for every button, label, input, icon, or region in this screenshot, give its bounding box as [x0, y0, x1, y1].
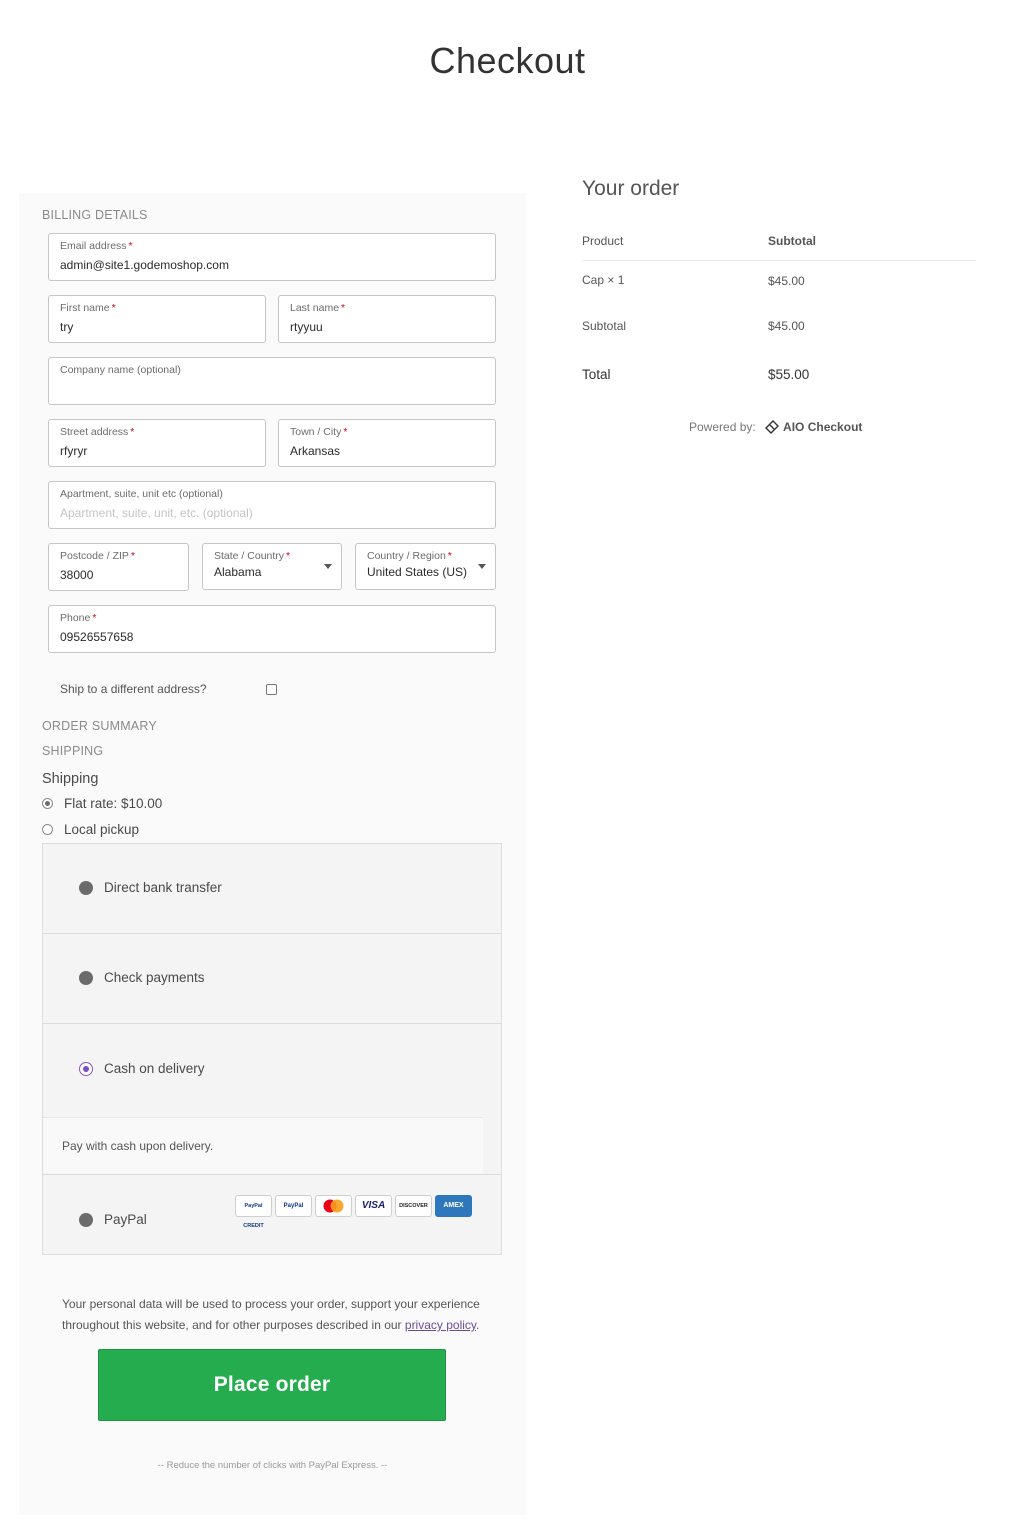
required-marker: * [92, 612, 97, 624]
postcode-value: 38000 [60, 568, 94, 582]
shipping-option-label: Local pickup [64, 822, 140, 837]
street-value: rfyryr [60, 444, 88, 458]
first-name-field[interactable]: First name * try [48, 295, 266, 343]
payment-method-bank-transfer[interactable]: Direct bank transfer [43, 844, 501, 934]
paypal-express-note: -- Reduce the number of clicks with PayP… [157, 1460, 388, 1471]
paypal-icon: PayPal [275, 1195, 312, 1217]
phone-field[interactable]: Phone * 09526557658 [48, 605, 496, 653]
payment-method-label: Direct bank transfer [104, 880, 222, 895]
page-title: Checkout [429, 40, 586, 81]
state-label: State / Country [214, 550, 285, 562]
required-marker: * [343, 426, 348, 438]
radio-selected-icon[interactable] [79, 1062, 93, 1076]
shipping-option-label: Flat rate: $10.00 [64, 796, 163, 811]
radio-icon[interactable] [79, 881, 93, 895]
order-summary-heading: ORDER SUMMARY [42, 719, 157, 733]
chevron-down-icon [324, 564, 332, 569]
total-label: Total [582, 367, 611, 382]
payment-method-label: Cash on delivery [104, 1061, 205, 1076]
country-label: Country / Region [367, 550, 446, 562]
discover-icon: DISCOVER [395, 1195, 432, 1217]
payment-method-description: Pay with cash upon delivery. [43, 1117, 483, 1173]
postcode-label: Postcode / ZIP [60, 550, 129, 562]
country-select[interactable]: Country / Region * United States (US) [355, 543, 496, 590]
place-order-button[interactable]: Place order [98, 1349, 446, 1421]
total-value: $55.00 [768, 367, 810, 382]
apartment-label: Apartment, suite, unit etc (optional) [60, 488, 223, 500]
city-label: Town / City [290, 426, 342, 438]
required-marker: * [286, 550, 291, 562]
subtotal-value: $45.00 [768, 319, 805, 333]
required-marker: * [130, 550, 135, 562]
powered-by-brand[interactable]: AIO Checkout [783, 420, 862, 434]
order-item-name: Cap × 1 [582, 273, 625, 287]
last-name-field[interactable]: Last name * rtyyuu [278, 295, 496, 343]
required-marker: * [128, 240, 133, 252]
checkout-form: BILLING DETAILS Email address * admin@sit… [19, 193, 526, 1515]
cod-description: Pay with cash upon delivery. [62, 1139, 214, 1153]
order-item-price: $45.00 [768, 274, 805, 288]
payment-method-label: Check payments [104, 970, 205, 985]
apartment-field[interactable]: Apartment, suite, unit etc (optional) Ap… [48, 481, 496, 529]
last-name-label: Last name [290, 302, 340, 314]
shipping-title: Shipping [42, 771, 99, 787]
city-value: Arkansas [290, 444, 341, 458]
street-address-field[interactable]: Street address * rfyryr [48, 419, 266, 467]
radio-icon[interactable] [79, 1213, 93, 1227]
required-marker: * [130, 426, 135, 438]
your-order-heading: Your order [582, 177, 680, 200]
amex-icon: AMEX [435, 1195, 472, 1217]
radio-icon[interactable] [42, 824, 53, 835]
country-value: United States (US) [367, 565, 468, 579]
privacy-end: . [476, 1318, 480, 1332]
mastercard-icon [315, 1195, 352, 1217]
powered-by-label: Powered by: [689, 420, 756, 434]
billing-details-heading: BILLING DETAILS [42, 208, 148, 222]
email-field[interactable]: Email address * admin@site1.godemoshop.co… [48, 233, 496, 281]
company-field[interactable]: Company name (optional) [48, 357, 496, 405]
required-marker: * [447, 550, 452, 562]
required-marker: * [111, 302, 116, 314]
aio-checkout-logo-icon [765, 420, 780, 434]
last-name-value: rtyyuu [290, 320, 323, 334]
paypal-credit-icon: PayPal CREDIT [235, 1195, 272, 1229]
state-value: Alabama [214, 565, 262, 579]
required-marker: * [341, 302, 346, 314]
radio-selected-icon[interactable] [42, 798, 53, 809]
apartment-placeholder: Apartment, suite, unit, etc. (optional) [60, 506, 253, 520]
ship-different-checkbox[interactable] [266, 684, 277, 695]
street-label: Street address [60, 426, 129, 438]
payment-method-cod[interactable]: Cash on delivery Pay with cash upon deli… [43, 1024, 501, 1175]
order-header-subtotal: Subtotal [768, 234, 816, 248]
powered-by: Powered by: AIO Checkout [689, 420, 862, 434]
subtotal-label: Subtotal [582, 319, 627, 333]
privacy-notice: Your personal data will be used to proce… [62, 1294, 492, 1336]
city-field[interactable]: Town / City * Arkansas [278, 419, 496, 467]
payment-method-label: PayPal [104, 1212, 147, 1227]
privacy-policy-link[interactable]: privacy policy [405, 1318, 476, 1332]
order-header-product: Product [582, 234, 624, 248]
shipping-heading: SHIPPING [42, 744, 104, 758]
email-value: admin@site1.godemoshop.com [60, 258, 229, 272]
email-label: Email address [60, 240, 127, 252]
phone-value: 09526557658 [60, 630, 134, 644]
payment-methods: Direct bank transfer Check payments Cash… [42, 843, 502, 1255]
phone-label: Phone [60, 612, 91, 624]
company-label: Company name (optional) [60, 364, 181, 376]
chevron-down-icon [478, 564, 486, 569]
first-name-label: First name [60, 302, 110, 314]
state-select[interactable]: State / Country * Alabama [202, 543, 342, 590]
postcode-field[interactable]: Postcode / ZIP * 38000 [48, 543, 189, 591]
payment-method-check[interactable]: Check payments [43, 934, 501, 1024]
ship-different-label: Ship to a different address? [60, 682, 207, 696]
radio-icon[interactable] [79, 971, 93, 985]
visa-icon: VISA [355, 1195, 392, 1217]
payment-method-paypal[interactable]: PayPal PayPal CREDIT PayPal VISA DISCOVE… [43, 1175, 501, 1255]
first-name-value: try [60, 320, 74, 334]
divider [582, 260, 976, 261]
